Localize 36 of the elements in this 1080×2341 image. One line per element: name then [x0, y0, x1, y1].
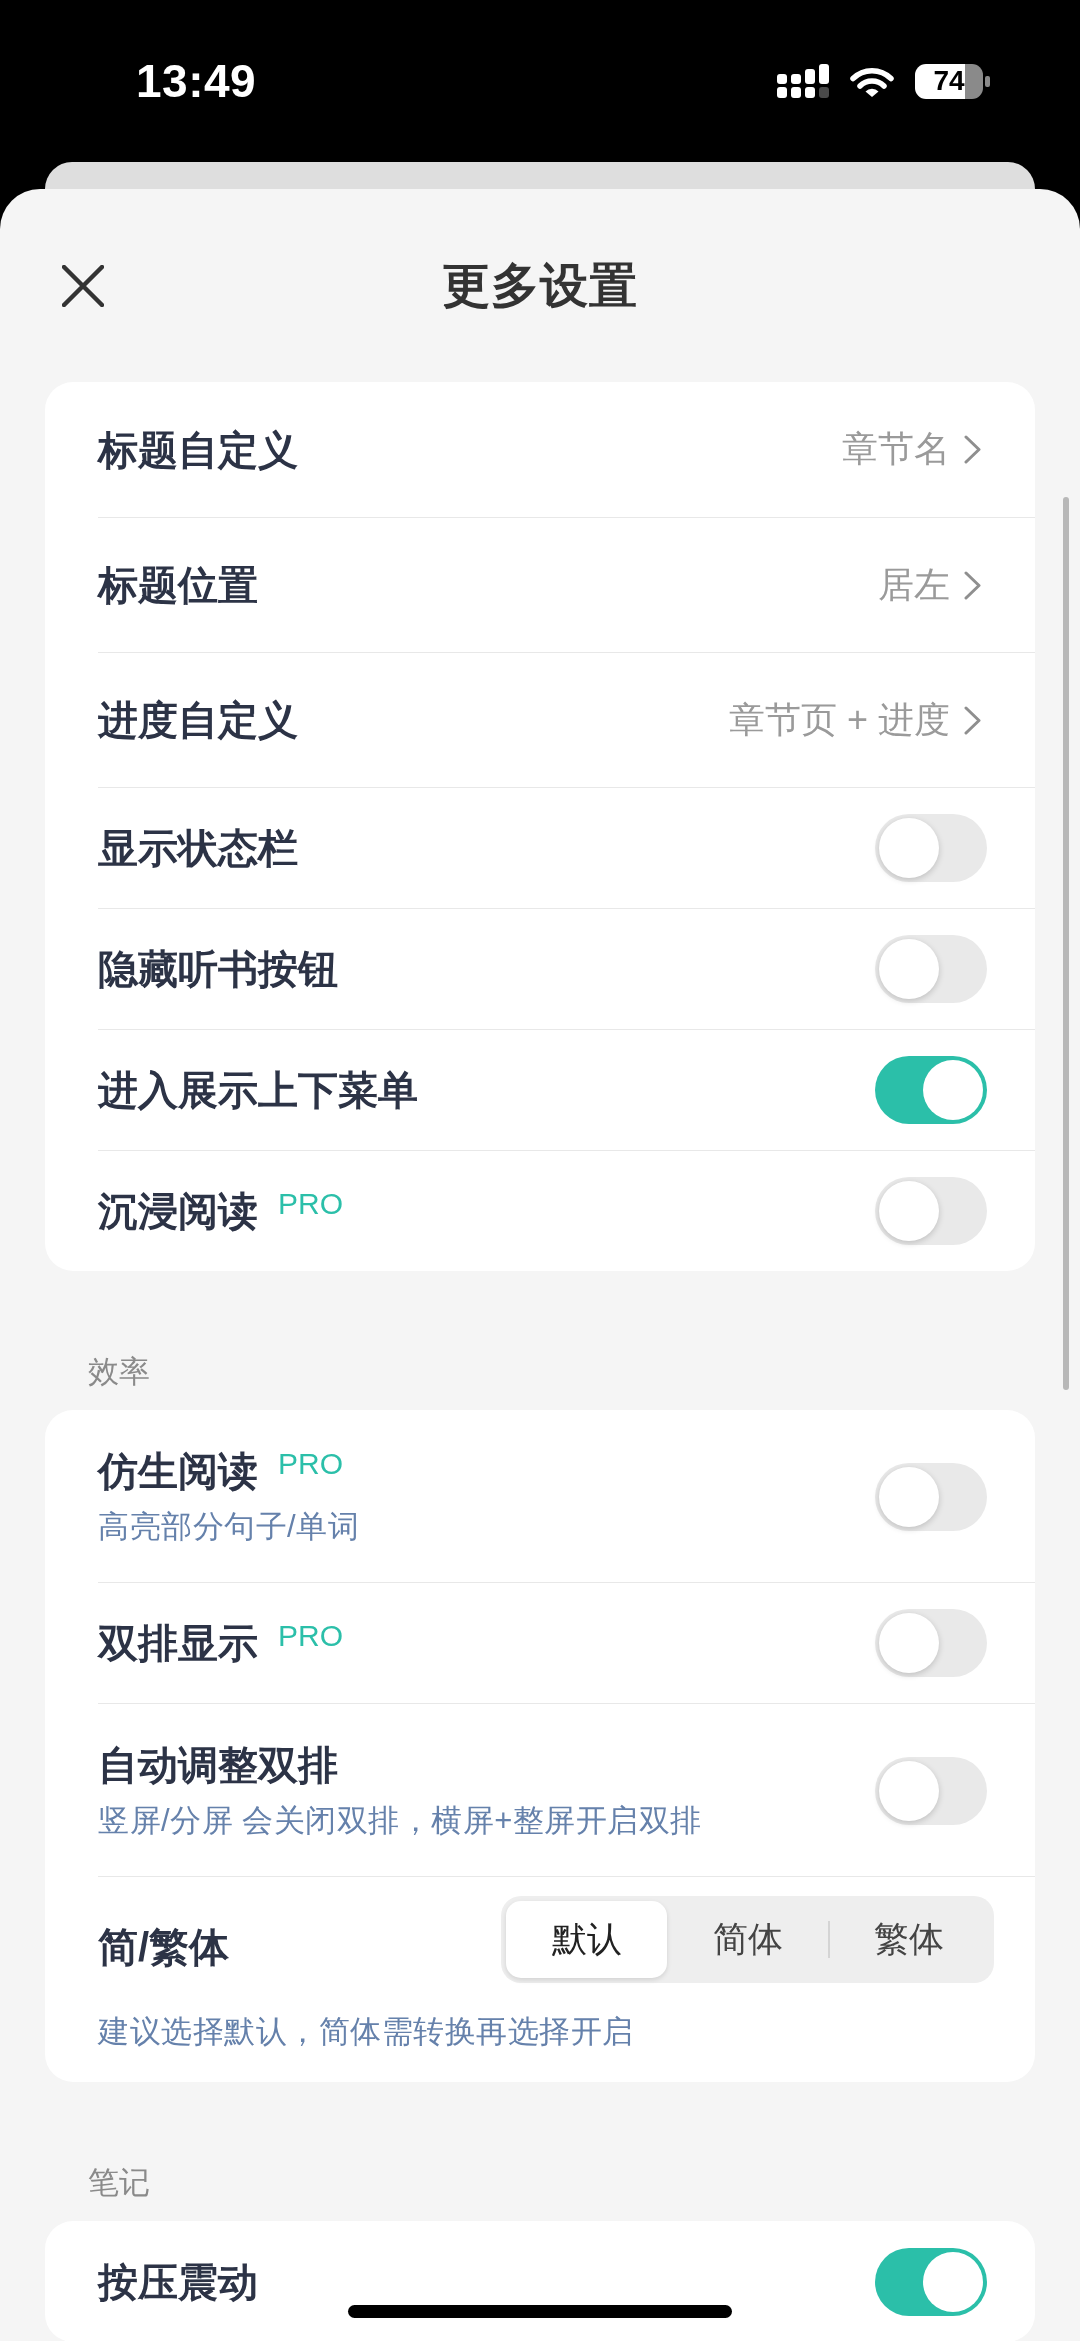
signal-icon — [777, 64, 829, 98]
setting-label: 简/繁体 — [98, 1923, 230, 1971]
setting-label: 沉浸阅读 — [98, 1188, 258, 1235]
pro-label: PRO — [278, 1447, 343, 1481]
close-button[interactable] — [62, 264, 104, 307]
section-title: 效率 — [88, 1353, 150, 1391]
setting-description: 竖屏/分屏 会关闭双排，横屏+整屏开启双排 — [98, 1802, 702, 1840]
setting-label: 显示状态栏 — [98, 825, 298, 872]
segment-option[interactable]: 繁体 — [828, 1901, 989, 1978]
setting-label: 自动调整双排 — [98, 1742, 338, 1789]
pro-label: PRO — [278, 1619, 343, 1653]
segment-option[interactable]: 简体 — [667, 1901, 828, 1978]
setting-label: 仿生阅读 — [98, 1448, 258, 1495]
setting-description: 高亮部分句子/单词 — [98, 1508, 360, 1546]
status-time: 13:49 — [136, 54, 257, 108]
setting-value: 居左 — [878, 562, 950, 607]
setting-value: 章节页 + 进度 — [728, 697, 950, 742]
chevron-right-icon[interactable] — [964, 570, 981, 600]
setting-label: 进入展示上下菜单 — [98, 1067, 418, 1114]
pro-label: PRO — [278, 1187, 343, 1221]
section-title: 笔记 — [88, 2164, 150, 2202]
setting-label: 进度自定义 — [98, 697, 298, 744]
setting-label: 双排显示 — [98, 1620, 258, 1667]
setting-label: 隐藏听书按钮 — [98, 946, 338, 993]
chevron-right-icon[interactable] — [964, 435, 981, 464]
setting-label: 标题自定义 — [98, 426, 298, 474]
battery-indicator: 74 — [915, 63, 983, 99]
setting-label: 按压震动 — [98, 2258, 258, 2306]
setting-description: 建议选择默认，简体需转换再选择开启 — [98, 2013, 634, 2051]
close-icon — [62, 264, 104, 307]
sheet-title: 更多设置 — [442, 257, 638, 314]
chevron-right-icon[interactable] — [964, 705, 981, 735]
battery-tip-icon — [985, 75, 990, 87]
segment-option[interactable]: 默认 — [506, 1901, 667, 1978]
setting-label: 标题位置 — [98, 562, 258, 609]
setting-value: 章节名 — [842, 427, 950, 471]
